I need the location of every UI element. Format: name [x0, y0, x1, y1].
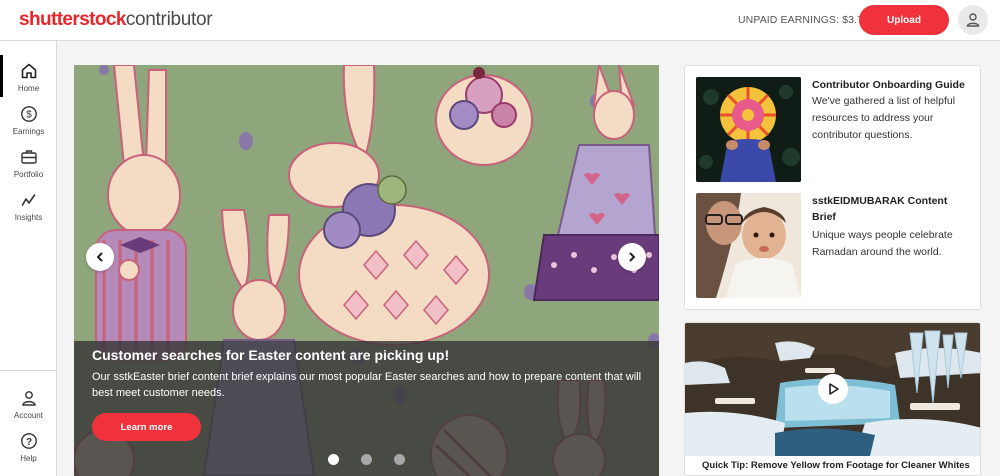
hero-carousel[interactable]: Customer searches for Easter content are… [74, 65, 659, 476]
play-icon [829, 383, 839, 395]
video-tip-card[interactable]: Quick Tip: Remove Yellow from Footage fo… [684, 322, 981, 476]
home-icon [19, 61, 39, 81]
briefcase-icon [19, 147, 39, 167]
video-title[interactable]: Quick Tip: Remove Yellow from Footage fo… [702, 460, 970, 471]
logo[interactable]: shutterstockcontributor [19, 9, 213, 31]
sidebar-item-portfolio[interactable]: Portfolio [0, 145, 57, 185]
sidebar: Home $ Earnings Portfolio Insights Accou… [0, 41, 57, 476]
person-icon [966, 13, 980, 27]
eid-brief-description: Unique ways people celebrate Ramadan aro… [812, 229, 953, 258]
onboarding-guide-thumbnail[interactable] [696, 77, 801, 182]
sidebar-item-home[interactable]: Home [0, 55, 57, 99]
paper-fan-image [696, 77, 801, 182]
hero-title: Customer searches for Easter content are… [92, 347, 450, 363]
trend-icon [19, 190, 39, 210]
carousel-dot-2[interactable] [361, 454, 372, 465]
eid-brief-title[interactable]: sstkEIDMUBARAK Content Brief [812, 193, 962, 225]
svg-text:$: $ [26, 110, 32, 121]
sidebar-item-earnings[interactable]: $ Earnings [0, 102, 57, 142]
onboarding-guide-description: We've gathered a list of helpful resourc… [812, 95, 956, 141]
onboarding-guide-title[interactable]: Contributor Onboarding Guide [812, 77, 977, 93]
upload-button[interactable]: Upload [859, 5, 949, 35]
sidebar-item-help[interactable]: ? Help [0, 429, 57, 469]
sidebar-item-label: Help [20, 454, 37, 463]
resources-card: Contributor Onboarding Guide We've gathe… [684, 65, 981, 310]
sidebar-item-label: Home [17, 84, 40, 93]
svg-text:?: ? [25, 437, 31, 448]
carousel-next-button[interactable] [618, 243, 646, 271]
carousel-dot-3[interactable] [394, 454, 405, 465]
play-video-button[interactable] [818, 374, 848, 404]
top-bar: shutterstockcontributor UNPAID EARNINGS:… [0, 0, 1000, 41]
carousel-dot-1[interactable] [328, 454, 339, 465]
eid-brief-thumbnail[interactable] [696, 193, 801, 298]
sidebar-item-label: Earnings [12, 127, 45, 136]
chevron-right-icon [629, 252, 635, 262]
logo-brand: shutterstock [19, 9, 126, 30]
question-icon: ? [19, 431, 39, 451]
account-menu-button[interactable] [958, 5, 988, 35]
unpaid-earnings: UNPAID EARNINGS: $3.75 [738, 14, 869, 26]
sidebar-item-insights[interactable]: Insights [0, 188, 57, 228]
dollar-icon: $ [19, 104, 39, 124]
sidebar-item-label: Portfolio [13, 170, 44, 179]
mother-child-image [696, 193, 801, 298]
learn-more-button[interactable]: Learn more [92, 413, 201, 441]
chevron-left-icon [97, 252, 103, 262]
person-icon [19, 388, 39, 408]
sidebar-item-label: Insights [14, 213, 43, 222]
hero-description: Our sstkEaster brief content brief expla… [92, 371, 642, 399]
sidebar-item-account[interactable]: Account [0, 386, 57, 426]
sidebar-divider [0, 370, 57, 371]
carousel-prev-button[interactable] [86, 243, 114, 271]
logo-sub: contributor [125, 9, 213, 30]
sidebar-item-label: Account [14, 411, 43, 420]
